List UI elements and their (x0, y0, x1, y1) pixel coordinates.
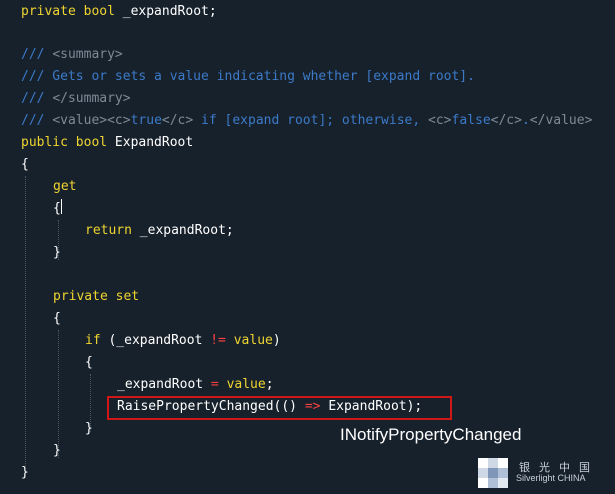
code-line-brace: { (21, 157, 29, 172)
code-editor[interactable]: private bool _expandRoot; /// <summary> … (0, 0, 615, 494)
xml-tag: </c> (161, 113, 194, 128)
annotation-label: INotifyPropertyChanged (340, 425, 522, 444)
indent-guide (58, 330, 60, 458)
code-line-if: if (_expandRoot != value) (85, 330, 281, 352)
code-line-set: private set (53, 289, 140, 304)
identifier: _expandRoot; (139, 223, 234, 238)
code-line-brace: { (53, 198, 64, 220)
keyword: value (218, 377, 266, 392)
comment-text: false (451, 113, 491, 128)
watermark-english-text: Silverlight CHINA (516, 473, 586, 484)
comment-text: true (130, 113, 162, 128)
xml-tag: <value><c> (52, 113, 131, 128)
code-line-brace: } (85, 421, 93, 436)
identifier: ) (272, 333, 281, 348)
code-line-value-doc: /// <value><c>true</c> if [expand root];… (21, 110, 592, 132)
identifier: ; (265, 377, 274, 392)
xml-tag: <c> (428, 113, 452, 128)
code-line-1: private bool _expandRoot; (21, 1, 217, 23)
operator: != (210, 333, 226, 348)
comment-text: . (521, 113, 530, 128)
comment-text: if [expand root]; otherwise, (193, 113, 429, 128)
xml-tag: <summary> (52, 47, 123, 62)
code-line-property-decl: public bool ExpandRoot (21, 132, 193, 154)
identifier: _expandRoot (117, 377, 211, 392)
silverlight-logo-icon (478, 458, 508, 488)
text-cursor (60, 199, 62, 214)
code-line-return: return _expandRoot; (85, 220, 234, 242)
operator: = (210, 377, 219, 392)
identifier: _expandRoot; (122, 4, 217, 19)
keyword: return (85, 223, 140, 238)
xml-tag: </value> (529, 113, 593, 128)
keyword: if (85, 333, 109, 348)
xml-tag: </c> (490, 113, 522, 128)
code-line-summary-open: /// <summary> (21, 44, 123, 66)
keyword: public bool (21, 135, 115, 150)
brace: { (53, 201, 61, 216)
code-line-summary-close: /// </summary> (21, 88, 131, 110)
comment-text: /// Gets or sets a value indicating whet… (21, 69, 475, 84)
code-line-brace: { (53, 311, 61, 326)
highlight-box (107, 396, 452, 420)
comment-prefix: /// (21, 113, 53, 128)
code-line-summary-text: /// Gets or sets a value indicating whet… (21, 66, 475, 88)
identifier: (_expandRoot (108, 333, 211, 348)
comment-prefix: /// (21, 47, 53, 62)
watermark: 银光中国 Silverlight CHINA (478, 458, 599, 488)
code-line-assign: _expandRoot = value; (117, 374, 274, 396)
code-line-brace: } (21, 465, 29, 480)
identifier: ExpandRoot (114, 135, 194, 150)
code-line-brace: { (85, 355, 93, 370)
xml-tag: </summary> (52, 91, 131, 106)
code-line-get: get (53, 179, 77, 194)
comment-prefix: /// (21, 91, 53, 106)
keyword: value (225, 333, 273, 348)
indent-guide (25, 176, 27, 466)
keyword: private bool (21, 4, 123, 19)
code-line-brace: } (53, 443, 61, 458)
code-line-brace: } (53, 245, 61, 260)
